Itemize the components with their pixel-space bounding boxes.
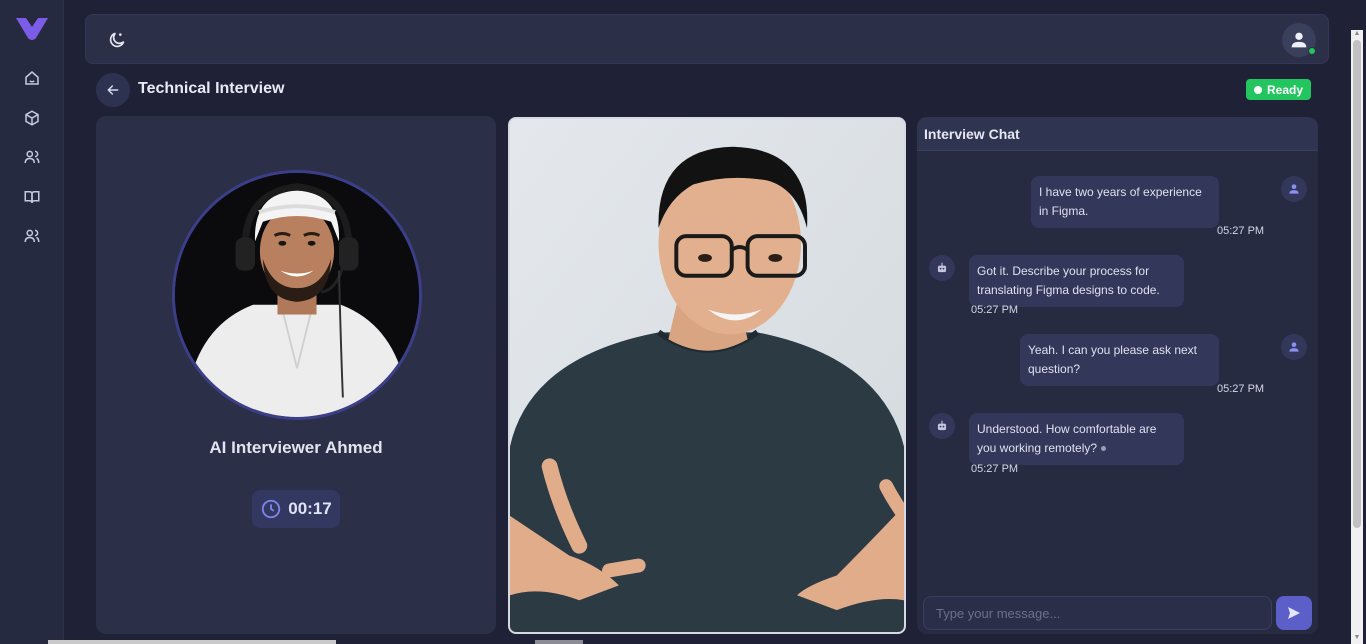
page-title: Technical Interview bbox=[138, 80, 285, 97]
message-text-line: you working remotely? bbox=[977, 439, 1176, 458]
brand-logo[interactable] bbox=[14, 14, 50, 42]
message-text-line: I have two years of experience bbox=[1039, 185, 1202, 199]
sidebar-item-users[interactable] bbox=[18, 143, 46, 171]
chat-message-user: I have two years of experience in Figma. bbox=[1031, 176, 1219, 228]
users-icon bbox=[24, 150, 40, 164]
message-text-line: translating Figma designs to code. bbox=[977, 283, 1160, 297]
theme-toggle-button[interactable] bbox=[104, 27, 130, 53]
chat-message-user: Yeah. I can you please ask next question… bbox=[1020, 334, 1219, 386]
candidate-video bbox=[508, 117, 906, 634]
online-status-dot bbox=[1308, 47, 1316, 55]
user-message-icon bbox=[1281, 334, 1307, 360]
moon-icon bbox=[109, 32, 125, 48]
robot-icon bbox=[937, 420, 947, 431]
robot-icon bbox=[937, 262, 947, 273]
top-bar bbox=[85, 14, 1329, 64]
horizontal-scrollbar-thumb[interactable] bbox=[48, 640, 336, 644]
home-icon bbox=[25, 71, 39, 85]
vertical-scrollbar[interactable]: ▲ ▼ bbox=[1351, 30, 1363, 644]
clock-icon bbox=[262, 499, 281, 519]
bot-message-icon bbox=[929, 255, 955, 281]
status-badge: Ready bbox=[1246, 79, 1311, 100]
user-icon bbox=[1289, 342, 1299, 352]
team-icon bbox=[24, 229, 40, 243]
sidebar-item-team[interactable] bbox=[18, 222, 46, 250]
user-icon bbox=[1289, 184, 1299, 194]
interviewer-panel: AI Interviewer Ahmed 00:17 bbox=[96, 116, 496, 634]
chat-message-bot: Understood. How comfortable are you work… bbox=[969, 413, 1184, 465]
interviewer-name: AI Interviewer Ahmed bbox=[209, 438, 383, 457]
scroll-down-arrow[interactable]: ▼ bbox=[1353, 634, 1361, 642]
message-text-line: Got it. Describe your process for bbox=[977, 264, 1150, 278]
message-text-line: in Figma. bbox=[1039, 204, 1089, 218]
message-text: you working remotely? bbox=[977, 441, 1098, 455]
scrollbar-thumb[interactable] bbox=[1353, 40, 1361, 528]
interview-timer: 00:17 bbox=[252, 490, 340, 528]
message-timestamp: 05:27 PM bbox=[971, 463, 1019, 475]
user-message-icon bbox=[1281, 176, 1307, 202]
send-icon bbox=[1288, 607, 1300, 619]
book-icon bbox=[24, 191, 40, 204]
back-button[interactable] bbox=[96, 73, 130, 107]
message-timestamp: 05:27 PM bbox=[1217, 383, 1265, 395]
message-text-line: Yeah. I can you please ask next bbox=[1028, 343, 1198, 357]
message-timestamp: 05:27 PM bbox=[1217, 225, 1265, 237]
status-text: Ready bbox=[1266, 82, 1304, 97]
sidebar-item-home[interactable] bbox=[18, 64, 46, 92]
typing-indicator bbox=[1101, 446, 1107, 452]
send-button[interactable] bbox=[1276, 596, 1312, 630]
arrow-left-icon bbox=[107, 85, 119, 95]
horizontal-scroll-indicator bbox=[535, 640, 583, 644]
chat-message-bot: Got it. Describe your process for transl… bbox=[969, 255, 1184, 307]
bot-message-icon bbox=[929, 413, 955, 439]
sidebar-item-cube[interactable] bbox=[18, 104, 46, 132]
sidebar bbox=[0, 0, 64, 644]
status-dot bbox=[1253, 85, 1262, 94]
user-icon bbox=[1291, 32, 1307, 48]
sidebar-item-library[interactable] bbox=[18, 183, 46, 211]
cube-icon bbox=[25, 110, 39, 126]
timer-value: 00:17 bbox=[288, 499, 332, 518]
message-text-line: Understood. How comfortable are bbox=[977, 422, 1157, 436]
scroll-up-arrow[interactable]: ▲ bbox=[1353, 30, 1361, 38]
chat-title: Interview Chat bbox=[917, 117, 1318, 151]
message-timestamp: 05:27 PM bbox=[971, 304, 1019, 316]
interviewer-avatar bbox=[172, 170, 422, 420]
chat-panel: Interview Chat I have two years of exper… bbox=[917, 117, 1318, 634]
user-menu-button[interactable] bbox=[1282, 23, 1316, 57]
chat-message-input[interactable] bbox=[923, 596, 1272, 630]
message-text-line: question? bbox=[1028, 362, 1081, 376]
